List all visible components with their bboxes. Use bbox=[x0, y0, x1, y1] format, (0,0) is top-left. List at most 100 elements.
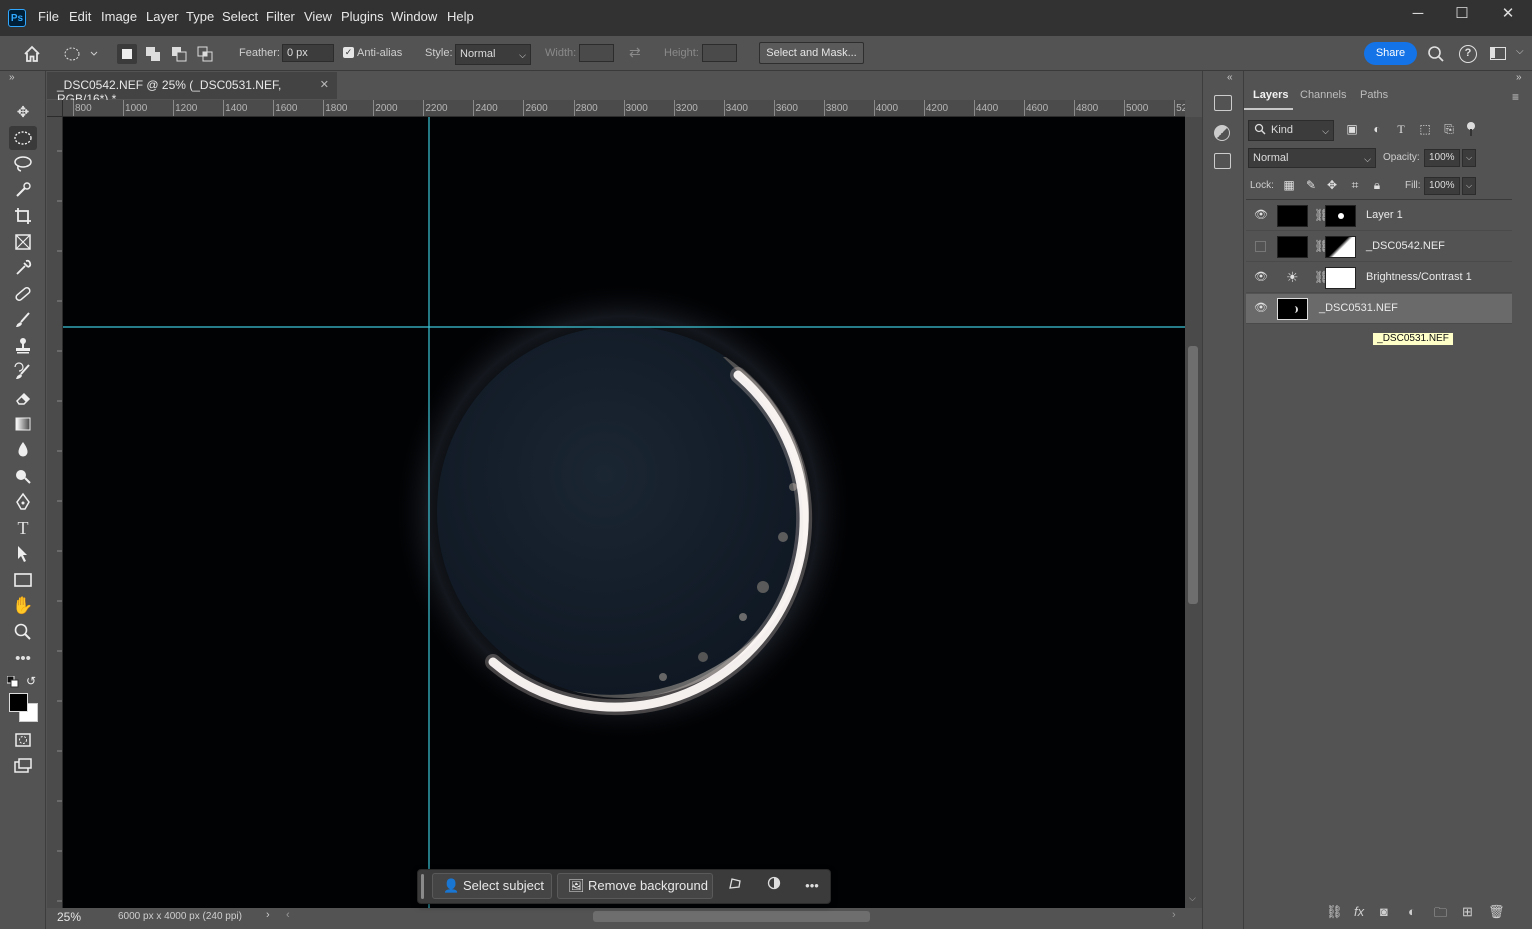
lock-transparent-icon[interactable]: ▦ bbox=[1282, 178, 1296, 192]
opacity-input[interactable]: 100% bbox=[1424, 149, 1460, 167]
layer-row[interactable]: ⛓ _DSC0542.NEF bbox=[1246, 232, 1512, 262]
menu-help[interactable]: Help bbox=[447, 9, 474, 24]
minimize-button[interactable]: ─ bbox=[1395, 0, 1441, 30]
scroll-right-icon[interactable]: › bbox=[1172, 909, 1176, 921]
filter-adjustment-icon[interactable]: ◐ bbox=[1370, 122, 1384, 136]
blend-mode-dropdown[interactable]: Normal ⌵ bbox=[1248, 148, 1376, 168]
close-button[interactable]: ✕ bbox=[1485, 0, 1531, 30]
layer-name[interactable]: _DSC0542.NEF bbox=[1366, 240, 1445, 252]
canvas[interactable] bbox=[63, 117, 1185, 908]
adjustments-icon[interactable] bbox=[1214, 125, 1230, 141]
new-adjustment-layer-icon[interactable]: ◐ bbox=[1408, 904, 1416, 919]
blur-tool-icon[interactable] bbox=[9, 438, 37, 462]
close-tab-icon[interactable]: ✕ bbox=[320, 78, 329, 91]
pen-tool-icon[interactable] bbox=[9, 490, 37, 514]
link-layers-icon[interactable]: ⛓ bbox=[1326, 904, 1343, 920]
swap-colors-icon[interactable]: ↺ bbox=[26, 674, 36, 688]
new-layer-icon[interactable]: ⊞ bbox=[1462, 904, 1473, 920]
tool-preset-picker[interactable] bbox=[62, 45, 98, 63]
select-and-mask-button[interactable]: Select and Mask... bbox=[759, 42, 864, 64]
layer-filter-dropdown[interactable]: Kind ⌵ bbox=[1248, 120, 1334, 141]
workspace-chevron-icon[interactable]: ⌵ bbox=[1516, 46, 1524, 57]
menu-type[interactable]: Type bbox=[186, 9, 214, 24]
more-options-icon[interactable]: ••• bbox=[799, 874, 825, 898]
menu-file[interactable]: File bbox=[38, 9, 59, 24]
menu-window[interactable]: Window bbox=[391, 9, 437, 24]
menu-filter[interactable]: Filter bbox=[266, 9, 295, 24]
elliptical-marquee-tool-icon[interactable] bbox=[9, 126, 37, 150]
eraser-tool-icon[interactable] bbox=[9, 386, 37, 410]
workspace-icon[interactable] bbox=[1490, 47, 1506, 60]
collapse-tools-icon[interactable]: » bbox=[9, 72, 15, 83]
horizontal-ruler[interactable]: 800 1000 1200 1400 1600 1800 2000 2200 2400 2600 2… bbox=[63, 100, 1185, 117]
layer-row-selected[interactable]: 👁 _DSC0531.NEF bbox=[1246, 294, 1512, 324]
menu-plugins[interactable]: Plugins bbox=[341, 9, 384, 24]
help-icon[interactable]: ? bbox=[1459, 45, 1477, 63]
menu-image[interactable]: Image bbox=[101, 9, 137, 24]
height-input[interactable] bbox=[702, 44, 737, 62]
tab-channels[interactable]: Channels bbox=[1300, 89, 1346, 101]
layer-name[interactable]: Brightness/Contrast 1 bbox=[1366, 271, 1472, 283]
gradient-tool-icon[interactable] bbox=[9, 412, 37, 436]
layer-name[interactable]: _DSC0531.NEF bbox=[1319, 302, 1398, 314]
ruler-origin[interactable] bbox=[47, 100, 63, 117]
eyedropper-tool-icon[interactable] bbox=[9, 256, 37, 280]
new-selection-icon[interactable] bbox=[117, 44, 137, 64]
intersect-selection-icon[interactable] bbox=[195, 44, 215, 64]
fill-slider-chevron-icon[interactable]: ⌵ bbox=[1462, 177, 1476, 195]
zoom-tool-icon[interactable] bbox=[9, 620, 37, 644]
zoom-level[interactable]: 25% bbox=[57, 910, 81, 924]
hand-tool-icon[interactable]: ✋ bbox=[9, 594, 37, 618]
style-dropdown[interactable]: Normal ⌵ bbox=[455, 44, 531, 65]
width-input[interactable] bbox=[579, 44, 614, 62]
lock-artboard-icon[interactable]: ⌗ bbox=[1348, 178, 1362, 192]
quick-mask-icon[interactable] bbox=[9, 728, 37, 752]
filter-shape-icon[interactable]: ⬚ bbox=[1418, 122, 1432, 136]
filter-smart-object-icon[interactable]: ⎘ bbox=[1442, 122, 1456, 136]
frame-tool-icon[interactable] bbox=[9, 230, 37, 254]
delete-layer-icon[interactable]: 🗑 bbox=[1488, 904, 1505, 920]
clone-stamp-tool-icon[interactable] bbox=[9, 334, 37, 358]
subtract-from-selection-icon[interactable] bbox=[169, 44, 189, 64]
foreground-color-swatch[interactable] bbox=[9, 693, 28, 712]
default-colors-icon[interactable] bbox=[6, 675, 19, 688]
filter-toggle-icon[interactable] bbox=[1466, 121, 1476, 136]
menu-layer[interactable]: Layer bbox=[146, 9, 179, 24]
document-tab[interactable]: _DSC0542.NEF @ 25% (_DSC0531.NEF, RGB/16… bbox=[47, 72, 337, 106]
lock-position-icon[interactable]: ✥ bbox=[1325, 178, 1339, 192]
healing-brush-tool-icon[interactable] bbox=[9, 282, 37, 306]
visibility-toggle-hidden[interactable] bbox=[1255, 241, 1266, 252]
filter-type-icon[interactable]: T bbox=[1394, 122, 1408, 136]
lasso-tool-icon[interactable] bbox=[9, 152, 37, 176]
transform-icon[interactable] bbox=[722, 874, 748, 898]
properties-icon[interactable] bbox=[1214, 153, 1231, 169]
collapse-panel-icon[interactable]: » bbox=[1516, 72, 1522, 83]
dodge-tool-icon[interactable] bbox=[9, 464, 37, 488]
rectangle-tool-icon[interactable] bbox=[9, 568, 37, 592]
lock-all-icon[interactable]: 🔒︎ bbox=[1370, 178, 1384, 192]
lock-image-icon[interactable]: ✎ bbox=[1304, 178, 1318, 192]
visibility-eye-icon[interactable]: 👁 bbox=[1254, 302, 1268, 315]
swap-width-height-icon[interactable]: ⇄ bbox=[629, 44, 647, 62]
type-tool-icon[interactable]: T bbox=[9, 516, 37, 540]
new-group-icon[interactable]: 🗀 bbox=[1434, 904, 1447, 926]
add-mask-icon[interactable]: ◙ bbox=[1380, 904, 1388, 919]
layer-row[interactable]: 👁 ☀ ⛓ Brightness/Contrast 1 bbox=[1246, 263, 1512, 293]
history-brush-tool-icon[interactable] bbox=[9, 360, 37, 384]
remove-background-button[interactable]: 🖼 Remove background bbox=[557, 873, 713, 899]
vertical-scroll-thumb[interactable] bbox=[1188, 346, 1198, 604]
taskbar-drag-handle[interactable] bbox=[421, 874, 424, 899]
search-icon[interactable] bbox=[1427, 45, 1445, 63]
menu-view[interactable]: View bbox=[304, 9, 332, 24]
tab-paths[interactable]: Paths bbox=[1360, 89, 1388, 101]
move-tool-icon[interactable]: ✥ bbox=[9, 100, 37, 124]
tab-layers[interactable]: Layers bbox=[1253, 89, 1288, 101]
mask-thumbnail[interactable] bbox=[1325, 267, 1356, 289]
scroll-left-icon[interactable]: ‹ bbox=[286, 909, 290, 921]
object-selection-tool-icon[interactable] bbox=[9, 178, 37, 202]
maximize-button[interactable]: ☐ bbox=[1439, 0, 1485, 30]
fill-input[interactable]: 100% bbox=[1424, 177, 1460, 195]
libraries-icon[interactable] bbox=[1214, 95, 1232, 111]
opacity-slider-chevron-icon[interactable]: ⌵ bbox=[1462, 149, 1476, 167]
more-tools-icon[interactable]: ••• bbox=[9, 646, 37, 670]
